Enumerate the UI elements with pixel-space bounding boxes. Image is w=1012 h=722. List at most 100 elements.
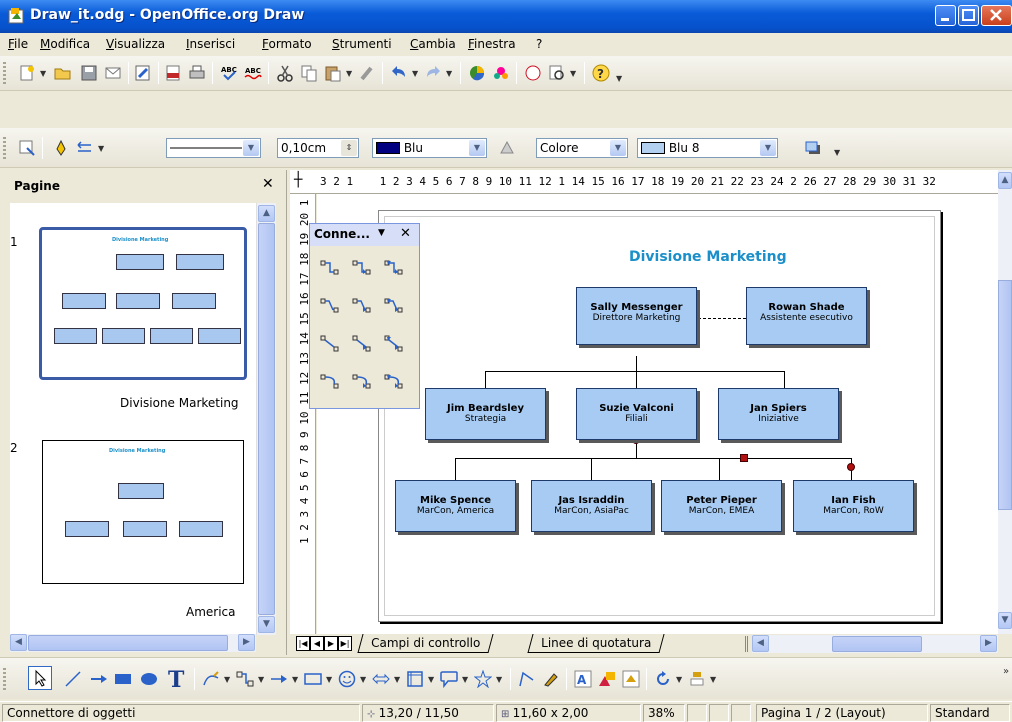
toolbar-grip[interactable] xyxy=(3,62,6,84)
tab-stop-icon[interactable]: ┼ xyxy=(294,172,302,188)
connectors-toolbar-header[interactable]: Conne... ▼ ✕ xyxy=(310,224,419,246)
glue-points-icon[interactable] xyxy=(542,670,560,688)
scrollbar-thumb[interactable] xyxy=(258,223,275,615)
menu-cambia[interactable]: Cambia xyxy=(410,37,456,51)
scroll-right-icon[interactable]: ▶ xyxy=(980,635,997,652)
tab-linee-di-quotatura[interactable]: Linee di quotatura xyxy=(527,634,665,653)
points-icon[interactable] xyxy=(518,670,536,688)
insert-image-icon[interactable] xyxy=(598,670,616,688)
line-arrow-icon[interactable] xyxy=(90,670,108,688)
stars-icon[interactable] xyxy=(474,670,492,688)
menu-formato[interactable]: Formato xyxy=(262,37,312,51)
line-tool-icon[interactable] xyxy=(52,139,70,157)
gallery-icon[interactable] xyxy=(492,64,510,82)
minimize-button[interactable] xyxy=(935,5,956,26)
scrollbar-thumb[interactable] xyxy=(998,280,1012,510)
org-node[interactable]: Sally Messenger Direttore Marketing xyxy=(576,287,697,345)
arrow-style-icon[interactable] xyxy=(76,139,94,157)
chevron-down-icon[interactable]: ▼ xyxy=(98,144,104,153)
scroll-left-icon[interactable]: ◀ xyxy=(752,635,769,652)
paste-icon[interactable] xyxy=(324,64,342,82)
toolbar-overflow-icon[interactable]: ▼ xyxy=(834,148,840,157)
navigator-icon[interactable] xyxy=(524,64,542,82)
spellcheck-icon[interactable]: ABC xyxy=(220,64,238,82)
slide-thumbnail-1[interactable]: Divisione Marketing xyxy=(39,227,247,380)
chevron-down-icon[interactable]: ▼ xyxy=(40,69,46,78)
help-icon[interactable]: ? xyxy=(592,64,610,82)
scroll-down-icon[interactable]: ▼ xyxy=(998,612,1012,629)
alignment-icon[interactable] xyxy=(688,670,706,688)
menu-file[interactable]: File xyxy=(8,37,28,51)
toolbar-overflow-icon[interactable]: » xyxy=(1003,666,1009,677)
scrollbar-thumb[interactable] xyxy=(832,636,922,652)
close-button[interactable] xyxy=(981,5,1012,26)
new-document-icon[interactable] xyxy=(18,64,36,82)
menu-inserisci[interactable]: Inserisci xyxy=(186,37,235,51)
chevron-down-icon[interactable]: ▼ xyxy=(469,140,485,156)
area-style-select[interactable]: Colore ▼ xyxy=(536,138,628,158)
chevron-down-icon[interactable]: ▼ xyxy=(378,228,385,238)
org-node[interactable]: Suzie Valconi Filiali xyxy=(576,388,697,440)
thumbnails-hscrollbar[interactable]: ◀ ▶ xyxy=(10,634,256,652)
area-color-select[interactable]: Blu 8 ▼ xyxy=(637,138,778,158)
org-node[interactable]: Ian Fish MarCon, RoW xyxy=(793,480,914,532)
menu-finestra[interactable]: Finestra xyxy=(468,37,516,51)
connector-standard-icon[interactable] xyxy=(320,258,340,278)
first-tab-icon[interactable]: |◀ xyxy=(296,636,310,651)
close-icon[interactable]: ✕ xyxy=(262,176,274,192)
copy-icon[interactable] xyxy=(300,64,318,82)
gallery-drawer-icon[interactable] xyxy=(622,670,640,688)
rectangle-icon[interactable] xyxy=(114,670,132,688)
org-node[interactable]: Jim Beardsley Strategia xyxy=(425,388,546,440)
scroll-up-icon[interactable]: ▲ xyxy=(998,172,1012,189)
menu-modifica[interactable]: Modifica xyxy=(40,37,90,51)
connector-arrows-icon[interactable] xyxy=(384,258,404,278)
last-tab-icon[interactable]: ▶| xyxy=(338,636,352,651)
connector-line-arrows-icon[interactable] xyxy=(384,296,404,316)
block-arrows-icon[interactable] xyxy=(372,670,390,688)
arrow-lines-icon[interactable] xyxy=(270,670,288,688)
email-icon[interactable] xyxy=(104,64,122,82)
scroll-up-icon[interactable]: ▲ xyxy=(258,205,275,222)
connector-arrow-end-icon[interactable] xyxy=(352,258,372,278)
cut-icon[interactable] xyxy=(276,64,294,82)
slide-thumbnail-2[interactable]: Divisione Marketing xyxy=(42,440,244,584)
callouts-icon[interactable] xyxy=(440,670,458,688)
status-zoom[interactable]: 38% xyxy=(643,704,685,722)
fontwork-icon[interactable]: A xyxy=(574,670,592,688)
styles-icon[interactable] xyxy=(18,139,36,157)
chevron-down-icon[interactable]: ▼ xyxy=(412,69,418,78)
ellipse-icon[interactable] xyxy=(140,670,158,688)
tab-splitter[interactable] xyxy=(745,636,748,652)
connector-line-arrow-icon[interactable] xyxy=(352,296,372,316)
connector-curved-arrow-icon[interactable] xyxy=(352,372,372,392)
chart-icon[interactable] xyxy=(468,64,486,82)
toolbar-overflow-icon[interactable]: ▼ xyxy=(616,74,622,83)
format-paintbrush-icon[interactable] xyxy=(358,64,376,82)
autospellcheck-icon[interactable]: ABC xyxy=(244,64,262,82)
chevron-down-icon[interactable]: ▼ xyxy=(570,69,576,78)
canvas-vscrollbar[interactable]: ▲ ▼ xyxy=(998,170,1012,634)
canvas-hscrollbar[interactable]: ◀ ▶ xyxy=(752,635,998,653)
text-icon[interactable]: T xyxy=(166,668,188,690)
toolbar-grip[interactable] xyxy=(3,137,6,159)
connector-icon[interactable] xyxy=(236,670,254,688)
select-tool-button[interactable] xyxy=(28,666,52,690)
connector-curved-arrows-icon[interactable] xyxy=(384,372,404,392)
undo-icon[interactable] xyxy=(390,64,408,82)
basic-shapes-icon[interactable] xyxy=(304,670,322,688)
chevron-down-icon[interactable]: ▼ xyxy=(610,140,626,156)
scroll-down-icon[interactable]: ▼ xyxy=(258,616,275,633)
horizontal-ruler[interactable]: ┼ 3 2 1 1 2 3 4 5 6 7 8 9 10 11 12 1 14 … xyxy=(290,170,1012,194)
tab-campi-di-controllo[interactable]: Campi di controllo xyxy=(357,634,494,653)
save-icon[interactable] xyxy=(80,64,98,82)
chevron-down-icon[interactable]: ▼ xyxy=(243,140,259,156)
flowchart-icon[interactable] xyxy=(406,670,424,688)
prev-tab-icon[interactable]: ◀ xyxy=(310,636,324,651)
edit-file-icon[interactable] xyxy=(134,64,152,82)
connector-curved-icon[interactable] xyxy=(320,372,340,392)
connector-line-icon[interactable] xyxy=(320,296,340,316)
chevron-down-icon[interactable]: ▼ xyxy=(346,69,352,78)
export-pdf-icon[interactable] xyxy=(164,64,182,82)
scroll-left-icon[interactable]: ◀ xyxy=(10,634,27,651)
